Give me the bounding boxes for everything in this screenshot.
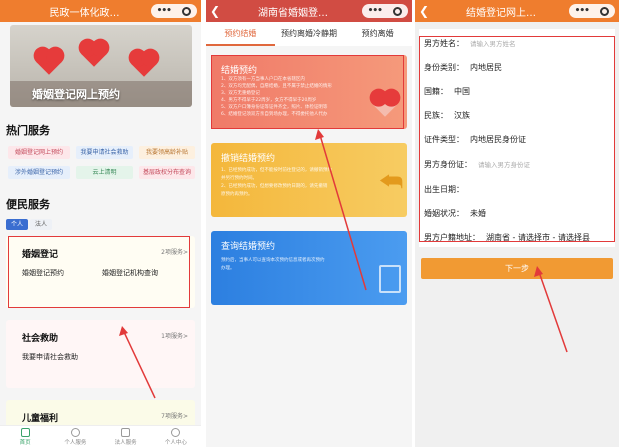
annotation-arrow bbox=[534, 266, 568, 353]
tab-user-center[interactable]: 个人中心 bbox=[151, 426, 201, 447]
tab-label: 首页 bbox=[19, 440, 31, 446]
bottom-tabbar: 首页 个人服务 法人服务 个人中心 bbox=[0, 425, 201, 447]
tab-corporate-services[interactable]: 法人服务 bbox=[101, 426, 151, 447]
tab-label: 个人服务 bbox=[64, 440, 87, 446]
person-icon bbox=[70, 428, 80, 437]
group-icon bbox=[121, 428, 131, 437]
screenshot-collage: 民政一体化政… ••• 婚姻登记网上预约 热门服务 婚姻登记网上预约 我要申请社… bbox=[0, 0, 619, 447]
gear-icon bbox=[171, 428, 181, 437]
registration-form-screen: ❮ 结婚登记网上… ••• 男方姓名： 请输入男方姓名 身份类别： 内地居民 国籍：… bbox=[415, 0, 619, 447]
tab-home[interactable]: 首页 bbox=[0, 426, 50, 447]
home-screen: 民政一体化政… ••• 婚姻登记网上预约 热门服务 婚姻登记网上预约 我要申请社… bbox=[0, 0, 201, 447]
marriage-booking-screen: ❮ 湖南省婚姻登… ••• 预约结婚 预约离婚冷静期 预约离婚 结婚预约 1、双… bbox=[206, 0, 412, 447]
tab-label: 个人中心 bbox=[164, 440, 187, 446]
tab-label: 法人服务 bbox=[114, 440, 137, 446]
home-icon bbox=[20, 428, 30, 437]
annotation-arrow bbox=[119, 326, 156, 399]
tab-personal-services[interactable]: 个人服务 bbox=[50, 426, 100, 447]
annotation-arrow bbox=[315, 129, 367, 291]
